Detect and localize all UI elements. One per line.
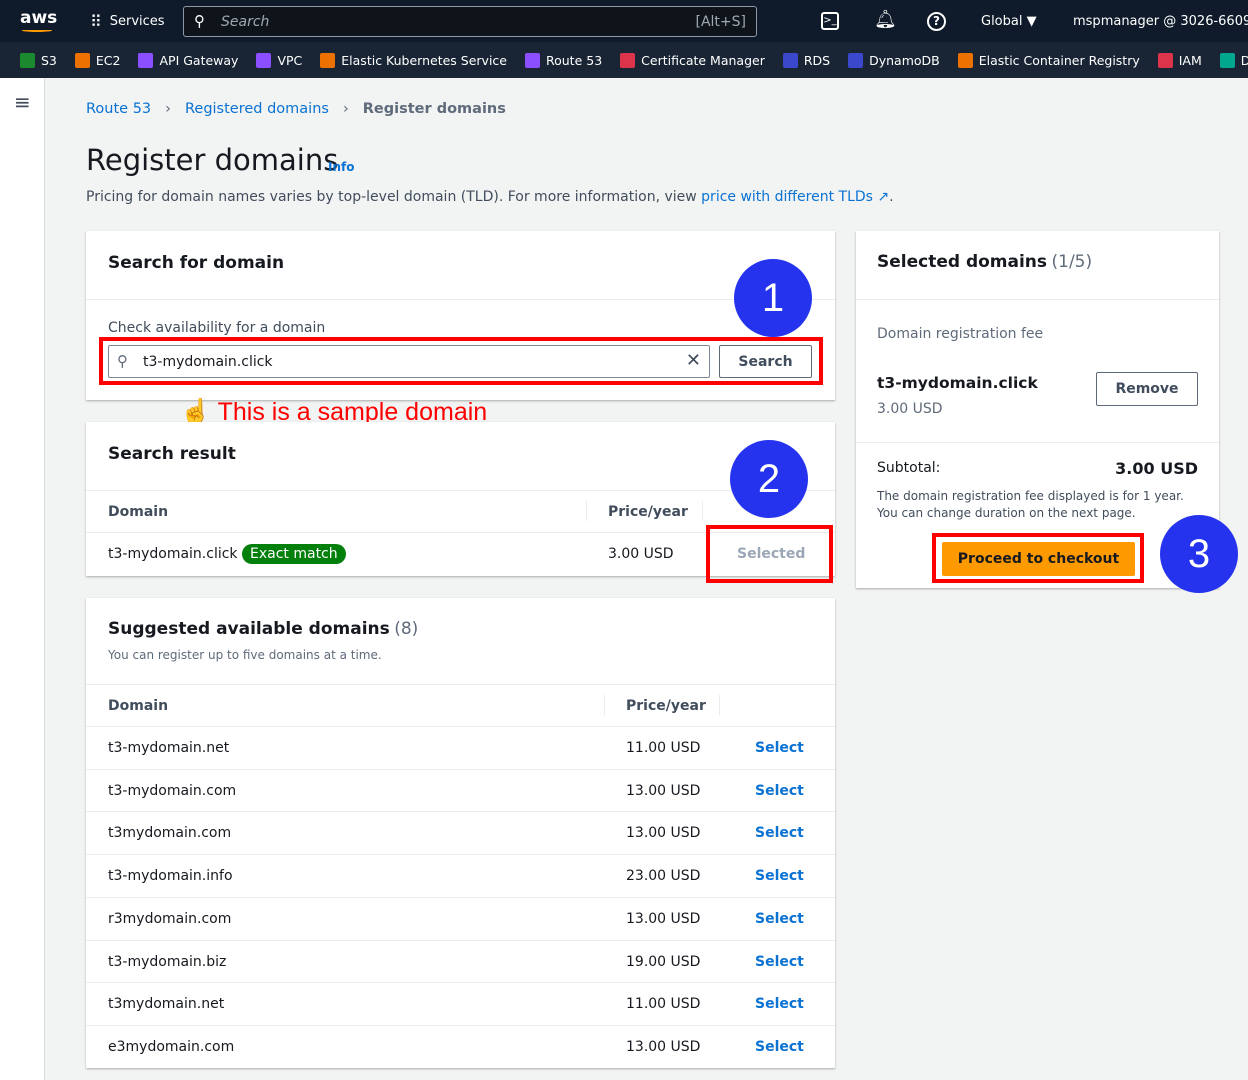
card-title: Search for domain <box>108 253 285 273</box>
service-icon <box>524 52 540 68</box>
hamburger-menu-icon[interactable]: ≡ <box>14 90 31 114</box>
step-marker-2: 2 <box>730 440 808 518</box>
top-navigation: aws ⠿ Services ⚲ Search [Alt+S] >_ 🔔︎ ? G… <box>0 0 1248 42</box>
page-description: Pricing for domain names varies by top-l… <box>86 189 894 205</box>
grid-icon: ⠿ <box>90 12 102 31</box>
service-shortcut[interactable]: VPC <box>256 52 302 68</box>
table-row: r3mydomain.com 13.00 USD Select <box>86 896 835 940</box>
service-shortcut[interactable]: Elastic Container Registry <box>957 52 1140 68</box>
select-button[interactable]: Select <box>755 954 804 970</box>
external-link-icon: ↗ <box>872 189 890 205</box>
domain-price: 23.00 USD <box>626 868 701 885</box>
select-button[interactable]: Select <box>755 996 804 1012</box>
table-row: t3-mydomain.info 23.00 USD Select <box>86 854 835 897</box>
step-marker-3: 3 <box>1160 515 1238 593</box>
breadcrumb-current: Register domains <box>362 101 506 117</box>
domain-price: 13.00 USD <box>626 825 701 842</box>
domain-price: 11.00 USD <box>626 996 701 1013</box>
selected-domain-name: t3-mydomain.click <box>877 374 1038 392</box>
service-icon <box>256 52 272 68</box>
table-row: t3-mydomain.net 11.00 USD Select <box>86 726 835 769</box>
card-title: Suggested available domains <box>108 619 390 639</box>
annotation-highlight <box>706 525 833 583</box>
select-button[interactable]: Select <box>755 1039 804 1055</box>
subtotal-value: 3.00 USD <box>1115 459 1198 478</box>
service-shortcut[interactable]: Certificate Manager <box>620 52 765 68</box>
aws-smile-icon <box>22 29 52 32</box>
breadcrumb-route53[interactable]: Route 53 <box>86 101 151 117</box>
domain-price: 13.00 USD <box>626 1038 701 1055</box>
service-icon <box>620 52 636 68</box>
annotation-highlight <box>99 337 823 385</box>
service-icon <box>20 52 35 68</box>
info-link[interactable]: Info <box>328 160 354 174</box>
card-title: Search result <box>108 444 236 464</box>
field-label: Check availability for a domain <box>108 320 326 336</box>
service-icon <box>320 52 336 68</box>
domain-price: 19.00 USD <box>626 953 701 970</box>
aws-logo[interactable]: aws <box>20 8 57 28</box>
table-row: t3mydomain.net 11.00 USD Select <box>86 982 835 1025</box>
search-input[interactable]: ⚲ Search [Alt+S] <box>183 6 757 37</box>
service-shortcut[interactable]: RDS <box>782 52 830 68</box>
chevron-right-icon: › <box>165 101 171 117</box>
domain-name: t3-mydomain.info <box>108 868 233 885</box>
cloudshell-icon[interactable]: >_ <box>821 12 839 30</box>
service-icon <box>782 52 798 68</box>
domain-name: t3mydomain.net <box>108 996 225 1013</box>
tld-pricing-link[interactable]: price with different TLDs <box>701 189 873 205</box>
table-row: e3mydomain.com 13.00 USD Select <box>86 1024 835 1068</box>
region-selector[interactable]: Global ▼ <box>981 14 1037 29</box>
select-button[interactable]: Select <box>755 868 804 884</box>
card-title: Selected domains <box>877 252 1048 272</box>
table-header: Domain Price/year <box>86 684 835 726</box>
service-icon <box>138 52 154 68</box>
service-icon <box>74 52 90 68</box>
remove-button[interactable]: Remove <box>1096 372 1198 406</box>
domain-price: 11.00 USD <box>626 740 701 756</box>
domain-name: r3mydomain.com <box>108 910 232 927</box>
select-button[interactable]: Select <box>755 783 804 799</box>
page-title: Register domains <box>86 143 339 177</box>
suggested-domains-card: Suggested available domains (8) You can … <box>86 598 835 1068</box>
sidebar: ≡ <box>0 78 45 1080</box>
annotation-highlight <box>932 533 1144 583</box>
help-icon[interactable]: ? <box>927 12 946 31</box>
service-shortcut[interactable]: DynamoDB <box>848 52 940 68</box>
service-shortcut[interactable]: EC2 <box>74 52 120 68</box>
domain-name: t3-mydomain.com <box>108 782 237 799</box>
chevron-right-icon: › <box>342 101 349 117</box>
service-shortcut[interactable]: API Gateway <box>138 52 238 68</box>
account-menu[interactable]: mspmanager @ 3026-6609-9 <box>1073 14 1248 29</box>
breadcrumb-registered-domains[interactable]: Registered domains <box>185 101 329 117</box>
domain-name: t3-mydomain.biz <box>108 953 227 970</box>
select-button[interactable]: Select <box>755 740 804 756</box>
select-button[interactable]: Select <box>755 825 804 841</box>
service-shortcut[interactable]: S3 <box>20 52 57 68</box>
service-shortcut[interactable]: IAM <box>1157 52 1202 68</box>
select-button[interactable]: Select <box>755 911 804 927</box>
step-marker-1: 1 <box>734 259 812 337</box>
breadcrumb: Route 53 › Registered domains › Register d… <box>86 101 506 117</box>
table-row: t3-mydomain.com 13.00 USD Select <box>86 768 835 812</box>
bell-icon[interactable]: 🔔︎ <box>874 9 897 30</box>
table-row: t3mydomain.com 13.00 USD Select <box>86 811 835 854</box>
domain-name: t3-mydomain.net <box>108 740 230 756</box>
service-icon <box>1157 52 1173 68</box>
service-icon <box>1219 52 1235 68</box>
exact-match-badge: Exact match <box>242 544 346 564</box>
table-row: t3-mydomain.biz 19.00 USD Select <box>86 939 835 983</box>
services-menu[interactable]: ⠿ Services <box>90 12 165 31</box>
service-icon <box>848 52 864 68</box>
domain-price: 13.00 USD <box>626 910 701 927</box>
service-shortcut[interactable]: Route 53 <box>524 52 602 68</box>
domain-name: t3mydomain.com <box>108 825 232 842</box>
service-icon <box>957 52 973 68</box>
domain-price: 13.00 USD <box>626 782 701 799</box>
service-shortcut[interactable]: Elastic Kubernetes Service <box>320 52 507 68</box>
search-icon: ⚲ <box>194 12 205 30</box>
service-favorites-bar: S3 EC2 API Gateway VPC Elastic Kubernetes Se… <box>0 42 1248 78</box>
service-shortcut[interactable]: Databa <box>1219 52 1248 68</box>
domain-name: e3mydomain.com <box>108 1038 235 1055</box>
